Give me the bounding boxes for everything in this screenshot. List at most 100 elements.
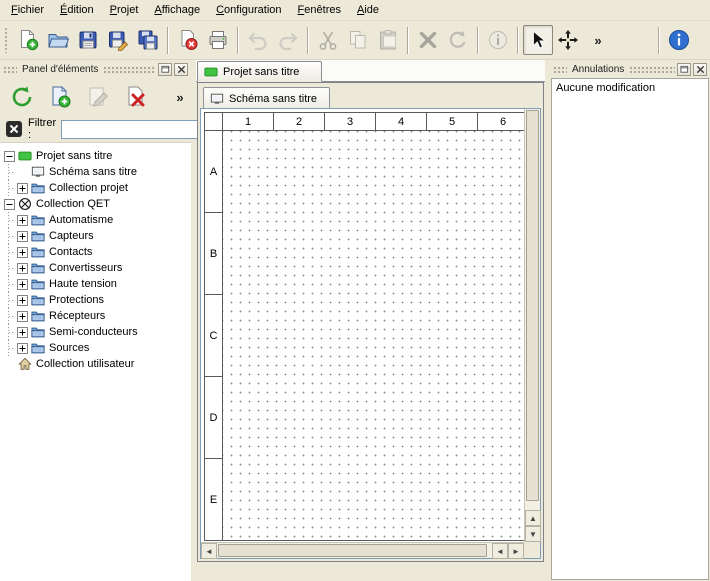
tree-item-projet-sans-titre[interactable]: Projet sans titre — [0, 148, 191, 164]
elements-panel-dock: Panel d'éléments » Filtrer : Projet sans… — [0, 60, 191, 581]
expand-plus-icon[interactable] — [15, 244, 30, 260]
close-file-button[interactable] — [173, 25, 203, 55]
dock-grip — [103, 66, 156, 73]
menu-fichier[interactable]: Fichier — [3, 1, 52, 19]
menu-affichage[interactable]: Affichage — [146, 1, 208, 19]
cut-icon — [317, 29, 339, 51]
column-header-3: 3 — [325, 113, 375, 130]
collapse-minus-icon[interactable] — [2, 196, 17, 212]
elements-panel-title: Panel d'éléments — [17, 64, 103, 75]
copy-button[interactable] — [343, 25, 373, 55]
expand-plus-icon[interactable] — [15, 324, 30, 340]
dock-grip — [629, 66, 675, 73]
tree-connector — [2, 324, 15, 340]
filter-label: Filtrer : — [28, 117, 56, 141]
home-icon — [18, 357, 32, 371]
scroll-up-button[interactable]: ▲ — [525, 510, 541, 526]
scroll-down-button[interactable]: ▼ — [525, 526, 541, 542]
tree-item-schema-sans-titre[interactable]: Schéma sans titre — [0, 164, 191, 180]
dock-close-button[interactable] — [693, 63, 707, 76]
tree-item-semi-conducteurs[interactable]: Semi-conducteurs — [0, 324, 191, 340]
new-element-icon — [48, 85, 72, 109]
tab-schema[interactable]: Schéma sans titre — [203, 87, 330, 109]
tree-item-recepteurs[interactable]: Récepteurs — [0, 308, 191, 324]
about-icon — [668, 29, 690, 51]
scroll-left-button[interactable]: ◄ — [201, 543, 217, 559]
dock-float-button[interactable] — [677, 63, 691, 76]
new-element-button[interactable] — [44, 81, 76, 113]
toolbar-grip[interactable] — [4, 27, 9, 53]
horizontal-scrollbar[interactable]: ◄ ◄ ► — [201, 542, 524, 558]
tree-item-protections[interactable]: Protections — [0, 292, 191, 308]
vertical-scrollbar[interactable]: ▲ ▼ — [524, 109, 540, 542]
horizontal-scrollbar-thumb[interactable] — [218, 544, 487, 557]
diagram-border: 123456ABCDE — [204, 112, 524, 541]
rotate-button[interactable] — [443, 25, 473, 55]
expand-plus-icon[interactable] — [15, 180, 30, 196]
open-folder-icon — [47, 29, 69, 51]
edit-element-button[interactable] — [82, 81, 114, 113]
new-project-button[interactable] — [13, 25, 43, 55]
tree-item-label: Récepteurs — [49, 310, 105, 322]
expand-plus-icon[interactable] — [15, 292, 30, 308]
vertical-scrollbar-thumb[interactable] — [526, 110, 539, 501]
dock-float-button[interactable] — [158, 63, 172, 76]
tree-item-label: Collection QET — [36, 198, 110, 210]
undo-button[interactable] — [243, 25, 273, 55]
delete-button[interactable] — [413, 25, 443, 55]
clear-filter-button[interactable] — [5, 120, 23, 138]
schema-tabbar: Schéma sans titre — [198, 83, 543, 108]
tree-item-collection-qet[interactable]: Collection QET — [0, 196, 191, 212]
toolbar-separator — [658, 27, 660, 54]
tree-connector — [2, 180, 15, 196]
diagram-canvas[interactable]: 123456ABCDE — [201, 109, 524, 542]
open-project-button[interactable] — [43, 25, 73, 55]
scroll-right-button[interactable]: ► — [508, 543, 524, 559]
toolbar-separator — [517, 27, 519, 54]
expand-plus-icon[interactable] — [15, 228, 30, 244]
schema-view: 123456ABCDE ▲ ▼ ◄ ◄ ► — [200, 108, 541, 559]
menu-aide[interactable]: Aide — [349, 1, 387, 19]
expand-plus-icon[interactable] — [15, 276, 30, 292]
expand-plus-icon[interactable] — [15, 308, 30, 324]
menu-configuration[interactable]: Configuration — [208, 1, 289, 19]
tree-item-collection-utilisateur[interactable]: Collection utilisateur — [0, 356, 191, 372]
undo-item-aucune-modification[interactable]: Aucune modification — [552, 79, 708, 96]
tab-project[interactable]: Projet sans titre — [197, 61, 322, 82]
dock-close-button[interactable] — [174, 63, 188, 76]
tree-item-contacts[interactable]: Contacts — [0, 244, 191, 260]
paste-button[interactable] — [373, 25, 403, 55]
tree-item-convertisseurs[interactable]: Convertisseurs — [0, 260, 191, 276]
properties-button[interactable] — [483, 25, 513, 55]
tree-item-collection-projet[interactable]: Collection projet — [0, 180, 191, 196]
undo-panel-titlebar[interactable]: Annulations — [550, 60, 710, 78]
tree-item-capteurs[interactable]: Capteurs — [0, 228, 191, 244]
selection-mode-button[interactable] — [523, 25, 553, 55]
expand-plus-icon[interactable] — [15, 260, 30, 276]
filter-input[interactable] — [61, 120, 211, 139]
tree-item-automatisme[interactable]: Automatisme — [0, 212, 191, 228]
collapse-minus-icon[interactable] — [2, 148, 17, 164]
cut-button[interactable] — [313, 25, 343, 55]
redo-button[interactable] — [273, 25, 303, 55]
about-button[interactable] — [664, 25, 694, 55]
print-button[interactable] — [203, 25, 233, 55]
save-all-button[interactable] — [133, 25, 163, 55]
expand-plus-icon[interactable] — [15, 212, 30, 228]
save-button[interactable] — [73, 25, 103, 55]
diagram-grid — [223, 131, 524, 540]
menu-edition[interactable]: Édition — [52, 1, 102, 19]
menu-projet[interactable]: Projet — [102, 1, 147, 19]
menu-fenetres[interactable]: Fenêtres — [290, 1, 349, 19]
scroll-left-button-end[interactable]: ◄ — [492, 543, 508, 559]
tree-item-sources[interactable]: Sources — [0, 340, 191, 356]
pan-mode-button[interactable] — [553, 25, 583, 55]
save-as-button[interactable] — [103, 25, 133, 55]
reload-collections-button[interactable] — [6, 81, 38, 113]
expand-plus-icon[interactable] — [15, 340, 30, 356]
delete-element-button[interactable] — [120, 81, 152, 113]
tree-item-haute-tension[interactable]: Haute tension — [0, 276, 191, 292]
toolbar-overflow-button[interactable]: » — [583, 25, 613, 55]
elements-panel-titlebar[interactable]: Panel d'éléments — [0, 60, 191, 78]
select-arrow-icon — [527, 29, 549, 51]
